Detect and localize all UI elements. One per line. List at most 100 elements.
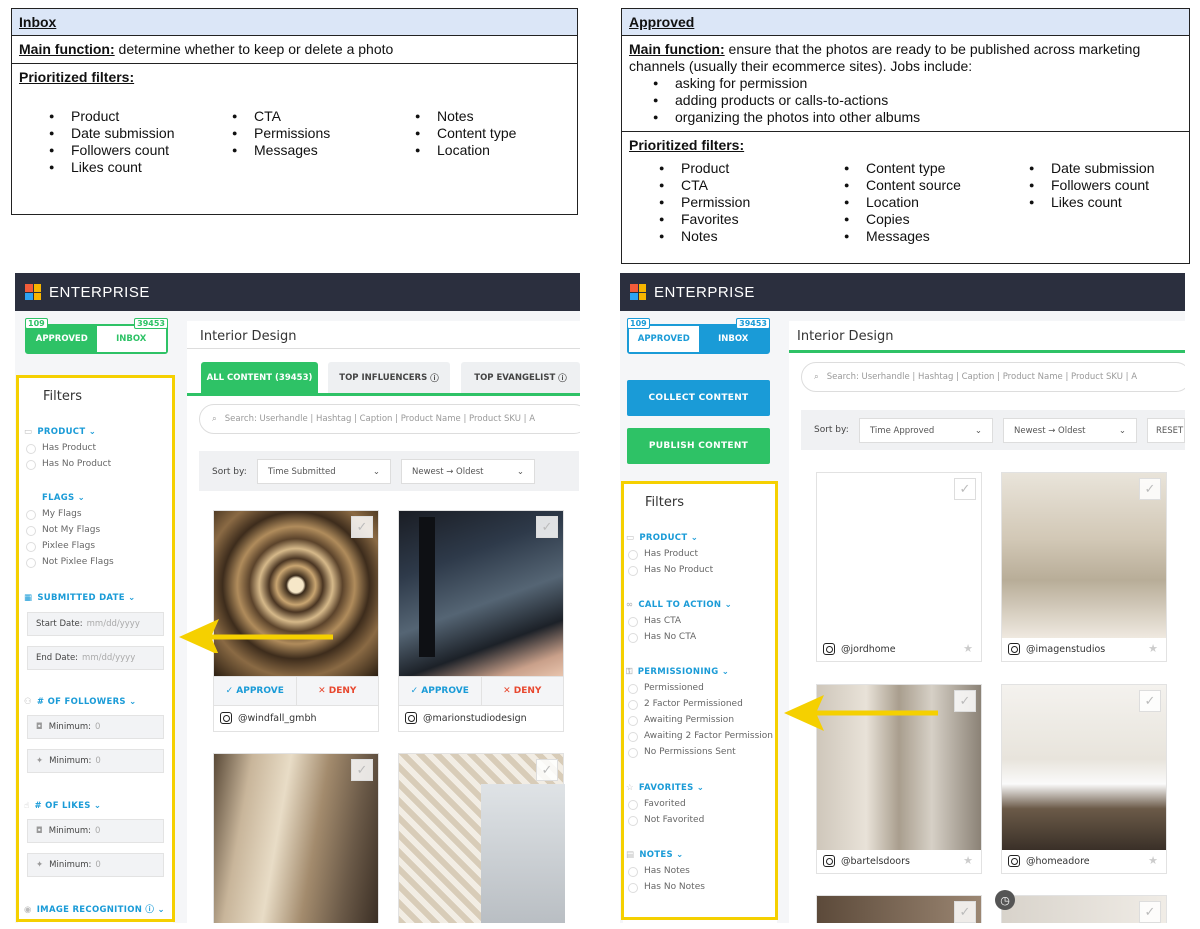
tab-top-evangelist[interactable]: TOP EVANGELIST ⓘ	[461, 362, 580, 394]
approved-box-title: Approved	[622, 9, 1189, 36]
photo-card[interactable]: ✓	[816, 895, 982, 923]
deny-button[interactable]: ✕ DENY	[482, 677, 564, 705]
photo-card[interactable]: ✓ @homeadore ★	[1001, 684, 1167, 874]
approve-button[interactable]: ✓ APPROVE	[399, 677, 482, 705]
photo-card[interactable]: ✓	[1001, 895, 1167, 923]
collect-content-button[interactable]: COLLECT CONTENT	[627, 380, 770, 416]
inbox-description-box: Inbox Main function: determine whether t…	[11, 8, 578, 215]
album-title: Interior Design	[797, 329, 894, 344]
inbox-filter-col2: CTAPermissionsMessages	[232, 108, 415, 176]
user-handle[interactable]: @homeadore	[1008, 855, 1090, 867]
sort-field-select[interactable]: Time Approved ⌄	[859, 418, 993, 443]
photo-card[interactable]: ✓	[213, 753, 379, 923]
search-icon: ⌕	[814, 372, 819, 382]
select-checkbox[interactable]: ✓	[954, 690, 976, 712]
tab-top-influencers[interactable]: TOP INFLUENCERS ⓘ	[328, 362, 450, 394]
select-checkbox[interactable]: ✓	[1139, 901, 1161, 923]
sort-field-select[interactable]: Time Submitted ⌄	[257, 459, 391, 484]
select-checkbox[interactable]: ✓	[351, 759, 373, 781]
approved-description-box: Approved Main function: ensure that the …	[621, 8, 1190, 264]
toggle-approved[interactable]: APPROVED	[629, 326, 699, 352]
inbox-app-screenshot: ENTERPRISE APPROVED INBOX 109 39453 Filt…	[15, 273, 580, 923]
brand-name: ENTERPRISE	[49, 283, 150, 301]
approved-count-badge: 109	[25, 318, 48, 329]
approve-button[interactable]: ✓ APPROVE	[214, 677, 297, 705]
photo-card[interactable]: ✓ ✓ APPROVE ✕ DENY @marionstudiodesign	[398, 510, 564, 732]
approved-inbox-toggle[interactable]: APPROVED INBOX 109 39453	[25, 318, 168, 354]
approve-deny-actions: ✓ APPROVE ✕ DENY	[214, 676, 378, 706]
instagram-icon	[220, 712, 232, 724]
user-handle[interactable]: @windfall_gmbh	[220, 712, 317, 724]
filters-highlight-box	[621, 481, 778, 920]
tab-underline	[187, 393, 580, 396]
select-checkbox[interactable]: ✓	[351, 516, 373, 538]
chevron-down-icon: ⌄	[1118, 425, 1126, 436]
select-checkbox[interactable]: ✓	[954, 478, 976, 500]
toggle-inbox[interactable]: INBOX	[96, 326, 166, 352]
select-checkbox[interactable]: ✓	[536, 516, 558, 538]
sort-label: Sort by:	[814, 425, 849, 435]
favorite-star-icon[interactable]: ★	[963, 854, 973, 867]
toggle-inbox[interactable]: INBOX	[699, 326, 769, 352]
toggle-approved[interactable]: APPROVED	[27, 326, 97, 352]
user-handle[interactable]: @imagenstudios	[1008, 643, 1105, 655]
inbox-main-function: Main function: determine whether to keep…	[12, 36, 577, 64]
chevron-down-icon: ⌄	[974, 425, 982, 436]
inbox-count-badge: 39453	[134, 318, 168, 329]
approved-main-function: Main function: ensure that the photos ar…	[622, 36, 1189, 132]
approved-filter-col3: Date submissionFollowers countLikes coun…	[1029, 160, 1155, 245]
select-checkbox[interactable]: ✓	[536, 759, 558, 781]
user-handle[interactable]: @jordhome	[823, 643, 896, 655]
favorite-star-icon[interactable]: ★	[1148, 642, 1158, 655]
approved-filter-col2: Content typeContent sourceLocationCopies…	[844, 160, 1029, 245]
tab-all-content[interactable]: ALL CONTENT (39453)	[201, 362, 318, 394]
arrow-pointer-icon	[179, 619, 333, 653]
photo-card[interactable]: ✓ @imagenstudios ★	[1001, 472, 1167, 662]
select-checkbox[interactable]: ✓	[954, 901, 976, 923]
select-checkbox[interactable]: ✓	[1139, 478, 1161, 500]
instagram-icon	[1008, 643, 1020, 655]
photo-card[interactable]: ✓ @jordhome ★	[816, 472, 982, 662]
title-underline	[789, 350, 1185, 353]
approved-app-screenshot: ENTERPRISE APPROVED INBOX 109 39453 COLL…	[620, 273, 1185, 923]
divider	[187, 348, 580, 349]
sort-order-select[interactable]: Newest → Oldest ⌄	[401, 459, 535, 484]
chevron-down-icon: ⌄	[516, 466, 524, 477]
instagram-icon	[405, 712, 417, 724]
brand-name: ENTERPRISE	[654, 283, 755, 301]
album-title: Interior Design	[200, 329, 297, 344]
favorite-star-icon[interactable]: ★	[963, 642, 973, 655]
inbox-filters: Prioritized filters: ProductDate submiss…	[12, 64, 577, 210]
inbox-box-title: Inbox	[12, 9, 577, 36]
clock-icon[interactable]: ◷	[995, 890, 1015, 910]
approved-jobs-list: asking for permissionadding products or …	[629, 75, 1182, 126]
favorite-star-icon[interactable]: ★	[1148, 854, 1158, 867]
brand-logo-icon	[630, 284, 646, 300]
instagram-icon	[823, 855, 835, 867]
photo-card[interactable]: ✓	[398, 753, 565, 923]
reset-button[interactable]: RESET	[1147, 418, 1185, 443]
user-handle[interactable]: @bartelsdoors	[823, 855, 910, 867]
photo-background-room	[481, 784, 565, 923]
top-bar: ENTERPRISE	[15, 273, 580, 311]
user-handle[interactable]: @marionstudiodesign	[405, 712, 527, 724]
filters-highlight-box	[16, 375, 175, 922]
approved-filters: Prioritized filters: ProductCTAPermissio…	[622, 132, 1189, 250]
sort-order-select[interactable]: Newest → Oldest ⌄	[1003, 418, 1137, 443]
sort-label: Sort by:	[212, 467, 247, 477]
top-bar: ENTERPRISE	[620, 273, 1185, 311]
select-checkbox[interactable]: ✓	[1139, 690, 1161, 712]
instagram-icon	[1008, 855, 1020, 867]
approved-inbox-toggle[interactable]: APPROVED INBOX 109 39453	[627, 318, 770, 354]
brand-logo-icon	[25, 284, 41, 300]
approved-filter-col1: ProductCTAPermissionFavoritesNotes	[659, 160, 844, 245]
deny-button[interactable]: ✕ DENY	[297, 677, 379, 705]
search-icon: ⌕	[212, 414, 217, 424]
search-input[interactable]: ⌕ Search: Userhandle | Hashtag | Caption …	[199, 404, 580, 434]
camera-sidebar	[419, 517, 435, 657]
publish-content-button[interactable]: PUBLISH CONTENT	[627, 428, 770, 464]
search-input[interactable]: ⌕ Search: Userhandle | Hashtag | Caption …	[801, 362, 1185, 392]
inbox-filter-col3: NotesContent typeLocation	[415, 108, 516, 176]
instagram-icon	[823, 643, 835, 655]
approve-deny-actions: ✓ APPROVE ✕ DENY	[399, 676, 563, 706]
